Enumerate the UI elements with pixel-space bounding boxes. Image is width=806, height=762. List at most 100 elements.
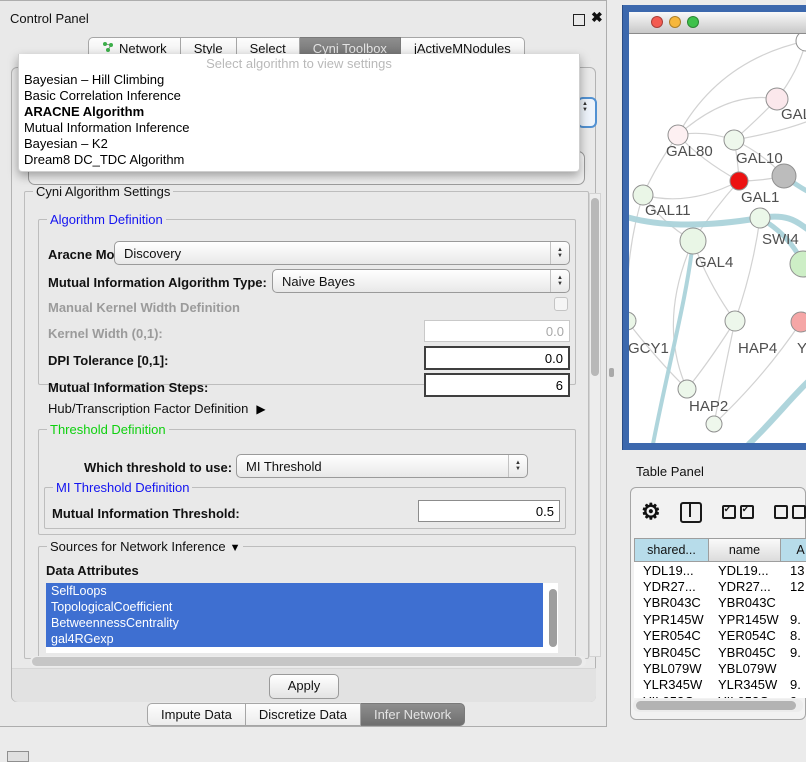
tab-label: Impute Data [161,704,232,725]
aracne-mode-value: Discovery [124,246,181,261]
network-edge[interactable] [678,98,777,136]
column-header-shared[interactable]: shared... [634,538,709,562]
scrollbar-thumb[interactable] [591,198,599,376]
deselect-columns-icon[interactable] [792,505,806,519]
algorithm-option[interactable]: Bayesian – K2 [19,136,579,152]
attribute-list-item[interactable]: TopologicalCoefficient [46,599,543,615]
network-node-swi4[interactable] [750,208,770,228]
close-button[interactable] [651,16,663,28]
network-node[interactable] [790,251,806,277]
apply-button[interactable]: Apply [269,674,339,699]
network-edge[interactable] [629,195,643,321]
network-edge-thick[interactable] [749,377,806,443]
network-edge[interactable] [643,181,739,199]
scrollbar-thumb[interactable] [636,701,796,710]
table-panel-window: shared...nameA YDL19...YDL19...13YDR27..… [630,487,806,720]
hidden-combo-stepper[interactable]: ▲▼ [577,97,597,128]
column-header-name[interactable]: name [709,538,781,562]
table-cell: YDR27... [634,579,709,594]
close-icon[interactable]: ✖ [591,9,603,26]
list-scrollbar-thumb[interactable] [549,589,557,647]
network-canvas[interactable]: GALGAL80GAL10GAL1GAL11SWI4GAL4GCY1HAP4YH… [629,34,806,443]
tab-discretize-data[interactable]: Discretize Data [246,703,361,726]
network-node[interactable] [796,34,806,51]
hub-transcription-factor-expander[interactable]: Hub/Transcription Factor Definition [48,401,266,416]
attribute-list-item[interactable]: SelfLoops [46,583,543,599]
table-row[interactable]: YLR345WYLR345W9. [634,677,806,693]
network-node-y[interactable] [791,312,806,332]
network-graph[interactable]: GALGAL80GAL10GAL1GAL11SWI4GAL4GCY1HAP4YH… [629,34,806,443]
table-panel-title: Table Panel [636,464,704,479]
table-row[interactable]: YPR145WYPR145W9. [634,611,806,627]
gear-icon[interactable] [641,499,661,525]
manual-kernel-width-checkbox[interactable] [554,297,568,311]
tab-infer-network[interactable]: Infer Network [361,703,465,726]
float-window-icon[interactable] [573,14,585,26]
tab-impute-data[interactable]: Impute Data [147,703,246,726]
network-node-hap4[interactable] [725,311,745,331]
table-row[interactable]: YER054CYER054C8. [634,628,806,644]
zoom-button[interactable] [687,16,699,28]
table-row[interactable]: YIL053CYIL053C9. [634,693,806,698]
table-row[interactable]: YBR043CYBR043C [634,595,806,611]
network-node-gal80[interactable] [668,125,688,145]
table-row[interactable]: YDR27...YDR27...12 [634,578,806,594]
network-node-hap2[interactable] [678,380,696,398]
dpi-tolerance-field[interactable] [424,346,570,370]
network-node-gal1[interactable] [730,172,748,190]
algorithm-option[interactable]: Bayesian – Hill Climbing [19,72,579,88]
algorithm-option[interactable]: Basic Correlation Inference [19,88,579,104]
table-cell: 12 [781,579,806,594]
panel-splitter-grip[interactable] [609,368,614,377]
network-node[interactable] [772,164,796,188]
aracne-mode-combo[interactable]: Discovery ▲▼ [114,241,570,265]
table-cell: 9. [781,694,806,698]
mi-steps-field[interactable] [424,373,570,397]
settings-group-title: Cyni Algorithm Settings [33,184,173,199]
table-cell: YPR145W [709,612,781,627]
deselect-columns-icon[interactable] [774,505,788,519]
attribute-list-item[interactable]: gal4RGexp [46,631,543,647]
minimize-button[interactable] [669,16,681,28]
kernel-width-field[interactable] [424,320,570,342]
table-horizontal-scrollbar[interactable] [633,699,803,712]
column-header-a[interactable]: A [781,538,806,562]
network-edge[interactable] [735,218,760,321]
network-node[interactable] [706,416,722,432]
data-attributes-list[interactable]: SelfLoopsTopologicalCoefficientBetweenne… [46,583,558,653]
combo-stepper-icon: ▲▼ [508,455,527,477]
settings-horizontal-scrollbar[interactable] [30,656,586,667]
network-node-gal4[interactable] [680,228,706,254]
table-row[interactable]: YDL19...YDL19...13 [634,562,806,578]
attribute-list-item[interactable]: BetweennessCentrality [46,615,543,631]
select-columns-icon[interactable] [722,505,736,519]
network-node-gal10[interactable] [724,130,744,150]
mi-threshold-definition-title: MI Threshold Definition [53,480,192,495]
mi-threshold-field[interactable] [418,500,560,522]
node-label: GAL [781,106,806,123]
node-label: GAL80 [666,143,713,160]
scrollbar-thumb[interactable] [32,657,582,666]
algorithm-option[interactable]: ARACNE Algorithm [19,104,579,120]
threshold-definition-title: Threshold Definition [47,422,169,437]
algorithm-option[interactable]: Mutual Information Inference [19,120,579,136]
select-columns-icon[interactable] [740,505,754,519]
table-cell: YBR043C [634,595,709,610]
which-threshold-combo[interactable]: MI Threshold ▲▼ [236,454,528,478]
split-view-icon[interactable] [680,502,702,523]
network-edge[interactable] [693,241,735,321]
mi-steps-label: Mutual Information Steps: [48,380,208,395]
mi-algorithm-type-combo[interactable]: Naive Bayes ▲▼ [272,269,570,293]
table-row[interactable]: YBR045CYBR045C9. [634,644,806,660]
dock-corner-button[interactable] [7,751,29,762]
table-toolbar [641,500,806,524]
mi-algorithm-type-label: Mutual Information Algorithm Type: [48,275,267,290]
settings-vertical-scrollbar[interactable] [589,193,601,657]
table-cell: 9. [781,612,806,627]
table-cell: YDR27... [709,579,781,594]
table-row[interactable]: YBL079WYBL079W [634,660,806,676]
algorithm-option[interactable]: Dream8 DC_TDC Algorithm [19,152,579,168]
collapse-arrow-icon[interactable] [230,539,241,554]
network-window-titlebar[interactable] [629,12,806,34]
network-node-gcy1[interactable] [629,312,636,330]
